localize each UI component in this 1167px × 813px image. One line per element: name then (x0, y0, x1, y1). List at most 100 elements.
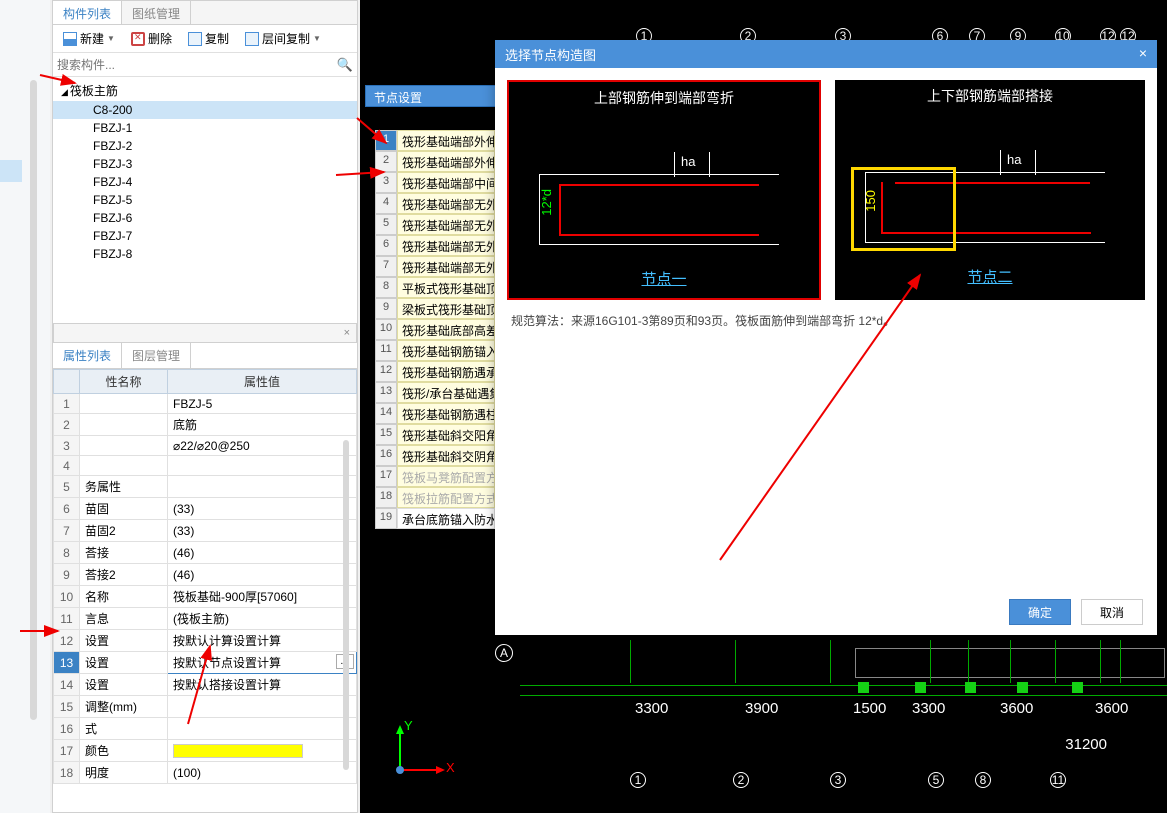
node-row[interactable]: 3筏形基础端部中间层 (375, 172, 495, 193)
tab-prop-list[interactable]: 属性列表 (53, 343, 122, 368)
node-row[interactable]: 15筏形基础斜交阳角构 (375, 424, 495, 445)
tab-component-list[interactable]: 构件列表 (53, 1, 122, 24)
property-row[interactable]: 16式 (54, 718, 357, 740)
property-row[interactable]: 14设置按默认搭接设置计算 (54, 674, 357, 696)
search-icon[interactable]: 🔍 (337, 57, 353, 73)
node-row[interactable]: 1筏形基础端部外伸上 (375, 130, 495, 151)
tree-item[interactable]: FBZJ-4 (53, 173, 357, 191)
node-row[interactable]: 2筏形基础端部外伸下 (375, 151, 495, 172)
option-node-2[interactable]: 上下部钢筋端部搭接 ha 150 节点二 (835, 80, 1145, 300)
tree-item[interactable]: C8-200 (53, 101, 357, 119)
color-swatch[interactable] (173, 744, 303, 758)
side-indicator (0, 160, 22, 182)
grid-handle[interactable] (915, 682, 926, 693)
cancel-button[interactable]: 取消 (1081, 599, 1143, 625)
axis-mark: 3 (830, 772, 846, 788)
node-settings-header[interactable]: 节点设置 (365, 85, 500, 107)
property-row[interactable]: 9荅接2(46) (54, 564, 357, 586)
layer-copy-icon (245, 32, 259, 46)
property-row[interactable]: 12设置按默认计算设置计算 (54, 630, 357, 652)
node-row[interactable]: 16筏形基础斜交阴角构 (375, 445, 495, 466)
node-row[interactable]: 8平板式筏形基础顶部 (375, 277, 495, 298)
tab-layer-mgmt[interactable]: 图层管理 (122, 343, 191, 368)
search-input[interactable] (57, 58, 337, 72)
node-row[interactable]: 4筏形基础端部无外伸 (375, 193, 495, 214)
property-row[interactable]: 11言息(筏板主筋) (54, 608, 357, 630)
dimension-label: 3900 (745, 700, 778, 717)
grid-line (1120, 640, 1121, 683)
node-row[interactable]: 6筏形基础端部无外伸 (375, 235, 495, 256)
property-row[interactable]: 8荅接(46) (54, 542, 357, 564)
property-row[interactable]: 18明度(100) (54, 762, 357, 784)
delete-button[interactable]: 删除 (125, 27, 178, 50)
node-row[interactable]: 19承台底筋锚入防水底 (375, 508, 495, 529)
close-icon[interactable]: × (344, 327, 350, 339)
grid-handle[interactable] (965, 682, 976, 693)
component-toolbar: 新建▼ 删除 复制 层间复制▼ (53, 25, 357, 53)
grid-handle[interactable] (1072, 682, 1083, 693)
scrollbar-thumb[interactable] (30, 80, 37, 720)
property-row[interactable]: 6苗固(33) (54, 498, 357, 520)
node-row[interactable]: 17筏板马凳筋配置方式 (375, 466, 495, 487)
option1-title: 上部钢筋伸到端部弯折 (509, 82, 819, 114)
grid-line (1055, 640, 1056, 683)
tree-item[interactable]: FBZJ-7 (53, 227, 357, 245)
tree-root[interactable]: ◢筏板主筋 (53, 80, 357, 101)
option2-title: 上下部钢筋端部搭接 (835, 80, 1145, 112)
node1-link[interactable]: 节点一 (509, 264, 819, 293)
delete-icon (131, 32, 145, 46)
layer-copy-button[interactable]: 层间复制▼ (239, 27, 327, 50)
property-row[interactable]: 7苗固2(33) (54, 520, 357, 542)
node-row[interactable]: 5筏形基础端部无外伸 (375, 214, 495, 235)
dialog-note: 规范算法：来源16G101-3第89页和93页。筏板面筋伸到端部弯折 12*d。 (507, 312, 1145, 329)
ok-button[interactable]: 确定 (1009, 599, 1071, 625)
grid-line (735, 640, 736, 683)
axis-mark: 2 (733, 772, 749, 788)
property-row[interactable]: 10名称筏板基础-900厚[57060] (54, 586, 357, 608)
tree-item[interactable]: FBZJ-6 (53, 209, 357, 227)
grid-handle[interactable] (1017, 682, 1028, 693)
dimension-label: 3300 (912, 700, 945, 717)
copy-button[interactable]: 复制 (182, 27, 235, 50)
grid-line (630, 640, 631, 683)
node-row[interactable]: 13筏形/承台基础遇集水 (375, 382, 495, 403)
property-row[interactable]: 5务属性 (54, 476, 357, 498)
node2-link[interactable]: 节点二 (835, 262, 1145, 291)
node-row[interactable]: 9梁板式筏形基础顶部 (375, 298, 495, 319)
property-row[interactable]: 3⌀22/⌀20@250 (54, 436, 357, 456)
tree-item[interactable]: FBZJ-8 (53, 245, 357, 263)
chevron-down-icon: ▼ (313, 34, 321, 43)
node-row[interactable]: 14筏形基础钢筋遇柱墙 (375, 403, 495, 424)
dimension-label: 1500 (853, 700, 886, 717)
property-row[interactable]: 1FBZJ-5 (54, 394, 357, 414)
property-row[interactable]: 13设置按默认节点设置计算… (54, 652, 357, 674)
copy-icon (188, 32, 202, 46)
tree-item[interactable]: FBZJ-5 (53, 191, 357, 209)
prop-panel-header[interactable]: × (53, 323, 357, 343)
node-row[interactable]: 12筏形基础钢筋遇承台 (375, 361, 495, 382)
grid-line (1100, 640, 1101, 683)
property-row[interactable]: 17颜色 (54, 740, 357, 762)
dialog-title: 选择节点构造图 (505, 45, 596, 63)
property-row[interactable]: 15调整(mm) (54, 696, 357, 718)
scrollbar-thin[interactable] (343, 440, 349, 770)
property-table: 性名称属性值 1FBZJ-52底筋3⌀22/⌀20@25045务属性6苗固(33… (53, 369, 357, 784)
component-tree: ◢筏板主筋 C8-200FBZJ-1FBZJ-2FBZJ-3FBZJ-4FBZJ… (53, 77, 357, 266)
new-button[interactable]: 新建▼ (57, 27, 121, 50)
close-icon[interactable]: × (1139, 45, 1147, 63)
node-row[interactable]: 7筏形基础端部无外伸 (375, 256, 495, 277)
grid-handle[interactable] (858, 682, 869, 693)
grid-line (930, 640, 931, 683)
dimension-label: 3600 (1000, 700, 1033, 717)
grid-h (520, 685, 1167, 686)
tab-drawing-mgmt[interactable]: 图纸管理 (122, 1, 191, 24)
node-row[interactable]: 18筏板拉筋配置方式 (375, 487, 495, 508)
tree-item[interactable]: FBZJ-2 (53, 137, 357, 155)
tree-item[interactable]: FBZJ-1 (53, 119, 357, 137)
option-node-1[interactable]: 上部钢筋伸到端部弯折 ha 12*d 节点一 (507, 80, 821, 300)
property-row[interactable]: 2底筋 (54, 414, 357, 436)
tree-item[interactable]: FBZJ-3 (53, 155, 357, 173)
node-row[interactable]: 11筏形基础钢筋锚入梯 (375, 340, 495, 361)
property-row[interactable]: 4 (54, 456, 357, 476)
node-row[interactable]: 10筏形基础底部高差节 (375, 319, 495, 340)
